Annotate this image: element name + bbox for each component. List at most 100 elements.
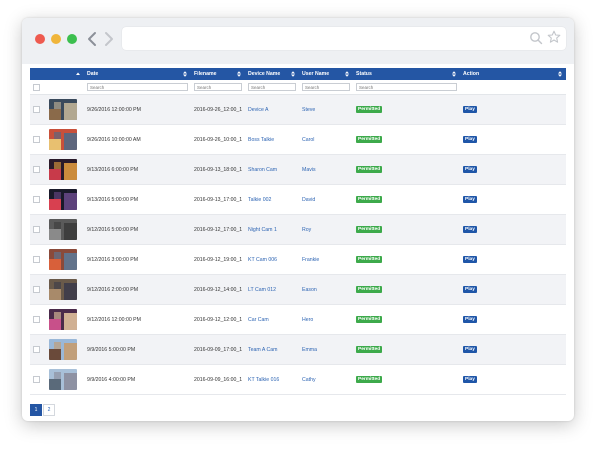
play-button[interactable]: Play (463, 226, 477, 233)
table-row[interactable]: 9/13/2016 5:00:00 PM 2016-09-13_17:00_1 Ta… (30, 184, 566, 215)
row-checkbox[interactable] (33, 376, 40, 383)
row-checkbox[interactable] (33, 196, 40, 203)
user-name-link[interactable]: Carol (299, 124, 353, 155)
date-cell: 9/13/2016 5:00:00 PM (84, 184, 191, 215)
user-name-link[interactable]: David (299, 184, 353, 215)
user-name-link[interactable]: Eason (299, 274, 353, 305)
table-body: 9/26/2016 12:00:00 PM 2016-09-26_12:00_1 D… (30, 94, 566, 395)
video-thumbnail[interactable] (49, 369, 77, 390)
sort-icon[interactable] (452, 71, 456, 77)
play-button[interactable]: Play (463, 346, 477, 353)
sort-icon[interactable] (291, 71, 295, 77)
page-button[interactable]: 2 (43, 404, 55, 416)
row-checkbox[interactable] (33, 346, 40, 353)
device-name-link[interactable]: KT Cam 006 (245, 244, 299, 275)
video-thumbnail[interactable] (49, 339, 77, 360)
play-button[interactable]: Play (463, 316, 477, 323)
close-window-button[interactable] (35, 34, 45, 44)
video-thumbnail[interactable] (49, 219, 77, 240)
table-row[interactable]: 9/12/2016 3:00:00 PM 2016-09-12_19:00_1 KT… (30, 244, 566, 275)
device-name-link[interactable]: Talkie 002 (245, 184, 299, 215)
play-button[interactable]: Play (463, 256, 477, 263)
device-name-link[interactable]: Car Cam (245, 304, 299, 335)
device-name-search-input[interactable] (248, 83, 296, 91)
column-header-label: Device Name (248, 71, 281, 77)
user-name-link[interactable]: Emma (299, 334, 353, 365)
page-button[interactable]: 1 (30, 404, 42, 416)
user-name-link[interactable]: Roy (299, 214, 353, 245)
sort-icon[interactable] (76, 71, 80, 77)
play-button[interactable]: Play (463, 166, 477, 173)
device-name-link[interactable]: Sharon Cam (245, 154, 299, 185)
play-button[interactable]: Play (463, 106, 477, 113)
row-checkbox[interactable] (33, 226, 40, 233)
column-header-user-name[interactable]: User Name (299, 68, 353, 80)
table-row[interactable]: 9/26/2016 12:00:00 PM 2016-09-26_12:00_1 D… (30, 94, 566, 125)
row-checkbox[interactable] (33, 136, 40, 143)
device-name-link[interactable]: Device A (245, 94, 299, 125)
row-checkbox[interactable] (33, 256, 40, 263)
device-name-link[interactable]: LT Cam 012 (245, 274, 299, 305)
table-row[interactable]: 9/12/2016 12:00:00 PM 2016-09-12_12:00_1 C… (30, 304, 566, 335)
date-cell: 9/13/2016 6:00:00 PM (84, 154, 191, 185)
table-row[interactable]: 9/26/2016 10:00:00 AM 2016-09-26_10:00_1 B… (30, 124, 566, 155)
filename-search-input[interactable] (194, 83, 242, 91)
address-bar[interactable] (122, 27, 566, 50)
user-name-link[interactable]: Hero (299, 304, 353, 335)
device-name-link[interactable]: Team A Cam (245, 334, 299, 365)
table-row[interactable]: 9/13/2016 6:00:00 PM 2016-09-13_18:00_1 Sh… (30, 154, 566, 185)
sort-icon[interactable] (237, 71, 241, 77)
table-row[interactable]: 9/12/2016 5:00:00 PM 2016-09-12_17:00_1 Ni… (30, 214, 566, 245)
user-name-link[interactable]: Mavis (299, 154, 353, 185)
select-all-checkbox[interactable] (33, 83, 40, 91)
video-thumbnail[interactable] (49, 189, 77, 210)
sort-icon[interactable] (345, 71, 349, 77)
filename-cell: 2016-09-26_10:00_1 (191, 124, 245, 155)
video-thumbnail[interactable] (49, 249, 77, 270)
column-header-thumbnail[interactable] (46, 68, 84, 80)
device-name-link[interactable]: KT Talkie 016 (245, 364, 299, 395)
column-header-status[interactable]: Status (353, 68, 460, 80)
chevron-left-icon[interactable] (85, 30, 99, 48)
play-button[interactable]: Play (463, 286, 477, 293)
play-button[interactable]: Play (463, 196, 477, 203)
status-search-input[interactable] (356, 83, 457, 91)
sort-icon[interactable] (558, 71, 562, 77)
device-name-link[interactable]: Night Cam 1 (245, 214, 299, 245)
column-header-date[interactable]: Date (84, 68, 191, 80)
row-checkbox[interactable] (33, 316, 40, 323)
user-name-link[interactable]: Cathy (299, 364, 353, 395)
zoom-window-button[interactable] (67, 34, 77, 44)
video-thumbnail[interactable] (49, 279, 77, 300)
sort-icon[interactable] (183, 71, 187, 77)
star-icon[interactable] (547, 30, 561, 44)
user-name-link[interactable]: Steve (299, 94, 353, 125)
minimize-window-button[interactable] (51, 34, 61, 44)
column-header-filename[interactable]: Filename (191, 68, 245, 80)
video-thumbnail[interactable] (49, 99, 77, 120)
table-row[interactable]: 9/9/2016 4:00:00 PM 2016-09-09_16:00_1 KT … (30, 364, 566, 395)
column-header-select (30, 68, 46, 80)
video-thumbnail[interactable] (49, 129, 77, 150)
table-row[interactable]: 9/9/2016 5:00:00 PM 2016-09-09_17:00_1 Tea… (30, 334, 566, 365)
table-filter-row (30, 80, 566, 95)
filename-cell: 2016-09-12_19:00_1 (191, 244, 245, 275)
play-button[interactable]: Play (463, 136, 477, 143)
device-name-link[interactable]: Boss Talkie (245, 124, 299, 155)
table-row[interactable]: 9/12/2016 2:00:00 PM 2016-09-12_14:00_1 LT… (30, 274, 566, 305)
user-name-search-input[interactable] (302, 83, 350, 91)
column-header-device-name[interactable]: Device Name (245, 68, 299, 80)
search-icon[interactable] (529, 31, 543, 45)
filename-cell: 2016-09-12_14:00_1 (191, 274, 245, 305)
user-name-link[interactable]: Frankie (299, 244, 353, 275)
column-header-action[interactable]: Action (460, 68, 566, 80)
row-checkbox[interactable] (33, 286, 40, 293)
video-thumbnail[interactable] (49, 159, 77, 180)
video-thumbnail[interactable] (49, 309, 77, 330)
play-button[interactable]: Play (463, 376, 477, 383)
date-search-input[interactable] (87, 83, 188, 91)
row-checkbox[interactable] (33, 166, 40, 173)
status-badge: Permitted (356, 346, 383, 353)
row-checkbox[interactable] (33, 106, 40, 113)
chevron-right-icon[interactable] (102, 30, 116, 48)
